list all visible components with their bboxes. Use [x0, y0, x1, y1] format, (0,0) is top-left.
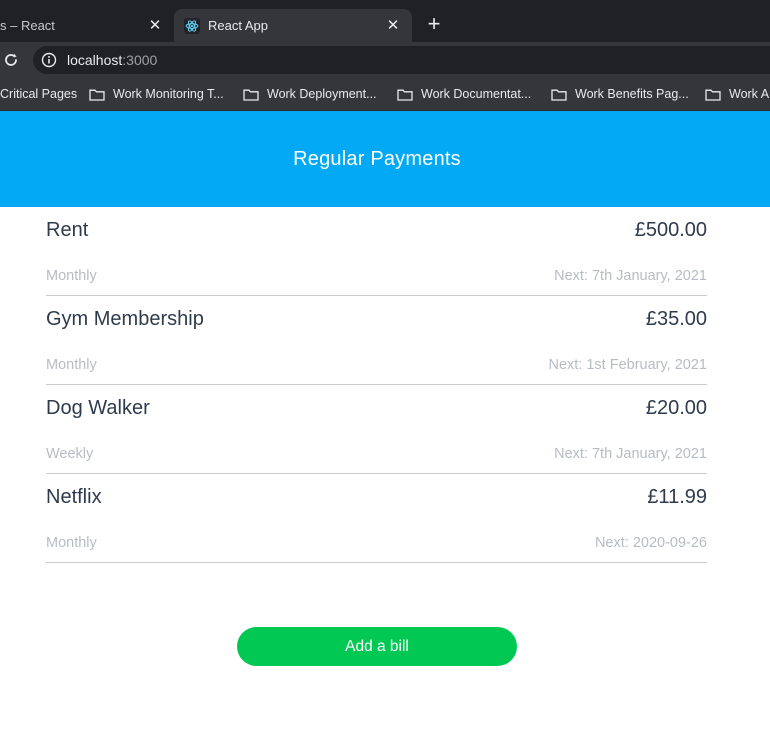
list-item: Dog Walker £20.00 Weekly Next: 7th Janua… [46, 385, 707, 474]
bill-next-date: Next: 1st February, 2021 [548, 357, 707, 373]
tab-title: s – React [0, 18, 55, 33]
app-header: Regular Payments [0, 111, 770, 207]
url-text: localhost:3000 [67, 52, 157, 68]
bill-amount: £35.00 [645, 308, 707, 330]
folder-icon [397, 89, 413, 101]
browser-toolbar: localhost:3000 [0, 42, 770, 78]
tab-react-app[interactable]: React App ✕ [174, 9, 412, 42]
browser-tab-strip: s – React ✕ React App ✕ + [0, 0, 770, 42]
list-item: Rent £500.00 Monthly Next: 7th January, … [46, 207, 707, 296]
bookmark-work-a[interactable]: Work A [705, 78, 769, 110]
folder-icon [705, 89, 721, 101]
bookmark-label: Work Documentat... [421, 87, 532, 101]
bill-frequency: Weekly [46, 446, 94, 462]
bill-list: Rent £500.00 Monthly Next: 7th January, … [46, 207, 707, 563]
bookmark-label: Work Deployment... [267, 87, 377, 101]
bookmarks-bar: Critical Pages Work Monitoring T... Work… [0, 78, 770, 111]
bookmark-label: Critical Pages [0, 87, 78, 101]
bill-next-date: Next: 7th January, 2021 [554, 446, 707, 462]
url-host: localhost [67, 52, 123, 68]
info-icon[interactable] [41, 52, 57, 68]
bookmark-work-deployment[interactable]: Work Deployment... [243, 78, 377, 110]
list-item: Netflix £11.99 Monthly Next: 2020-09-26 [46, 474, 707, 563]
tab-close-icon[interactable]: ✕ [146, 16, 164, 34]
bookmark-label: Work A [729, 87, 770, 101]
bookmark-work-benefits[interactable]: Work Benefits Pag... [551, 78, 689, 110]
bill-frequency: Monthly [46, 535, 97, 551]
bookmark-critical-pages[interactable]: Critical Pages [0, 78, 77, 110]
tab-react-docs[interactable]: s – React ✕ [0, 9, 172, 42]
bill-amount: £11.99 [647, 486, 707, 508]
bookmark-label: Work Benefits Pag... [575, 87, 689, 101]
bookmark-label: Work Monitoring T... [113, 87, 224, 101]
bill-next-date: Next: 2020-09-26 [594, 535, 707, 551]
bill-frequency: Monthly [46, 268, 97, 284]
folder-icon [551, 89, 567, 101]
list-item: Gym Membership £35.00 Monthly Next: 1st … [46, 296, 707, 385]
reload-icon[interactable] [0, 50, 22, 70]
bill-next-date: Next: 7th January, 2021 [554, 268, 707, 284]
react-logo-icon [184, 17, 200, 34]
bill-name: Gym Membership [46, 308, 204, 330]
bill-amount: £20.00 [645, 397, 707, 419]
folder-icon [89, 89, 105, 101]
folder-icon [243, 89, 259, 101]
tab-close-icon[interactable]: ✕ [384, 16, 402, 34]
bill-name: Netflix [46, 486, 102, 508]
bill-name: Dog Walker [46, 397, 150, 419]
address-bar[interactable]: localhost:3000 [33, 46, 770, 74]
bookmark-work-monitoring[interactable]: Work Monitoring T... [89, 78, 224, 110]
url-port: :3000 [122, 52, 158, 68]
bill-amount: £500.00 [634, 219, 707, 241]
bill-frequency: Monthly [46, 357, 97, 373]
new-tab-button[interactable]: + [423, 13, 445, 35]
bookmark-work-documentation[interactable]: Work Documentat... [397, 78, 531, 110]
bill-name: Rent [46, 219, 89, 241]
add-bill-button[interactable]: Add a bill [237, 627, 517, 666]
tab-title: React App [208, 18, 268, 33]
page-title: Regular Payments [293, 147, 461, 170]
